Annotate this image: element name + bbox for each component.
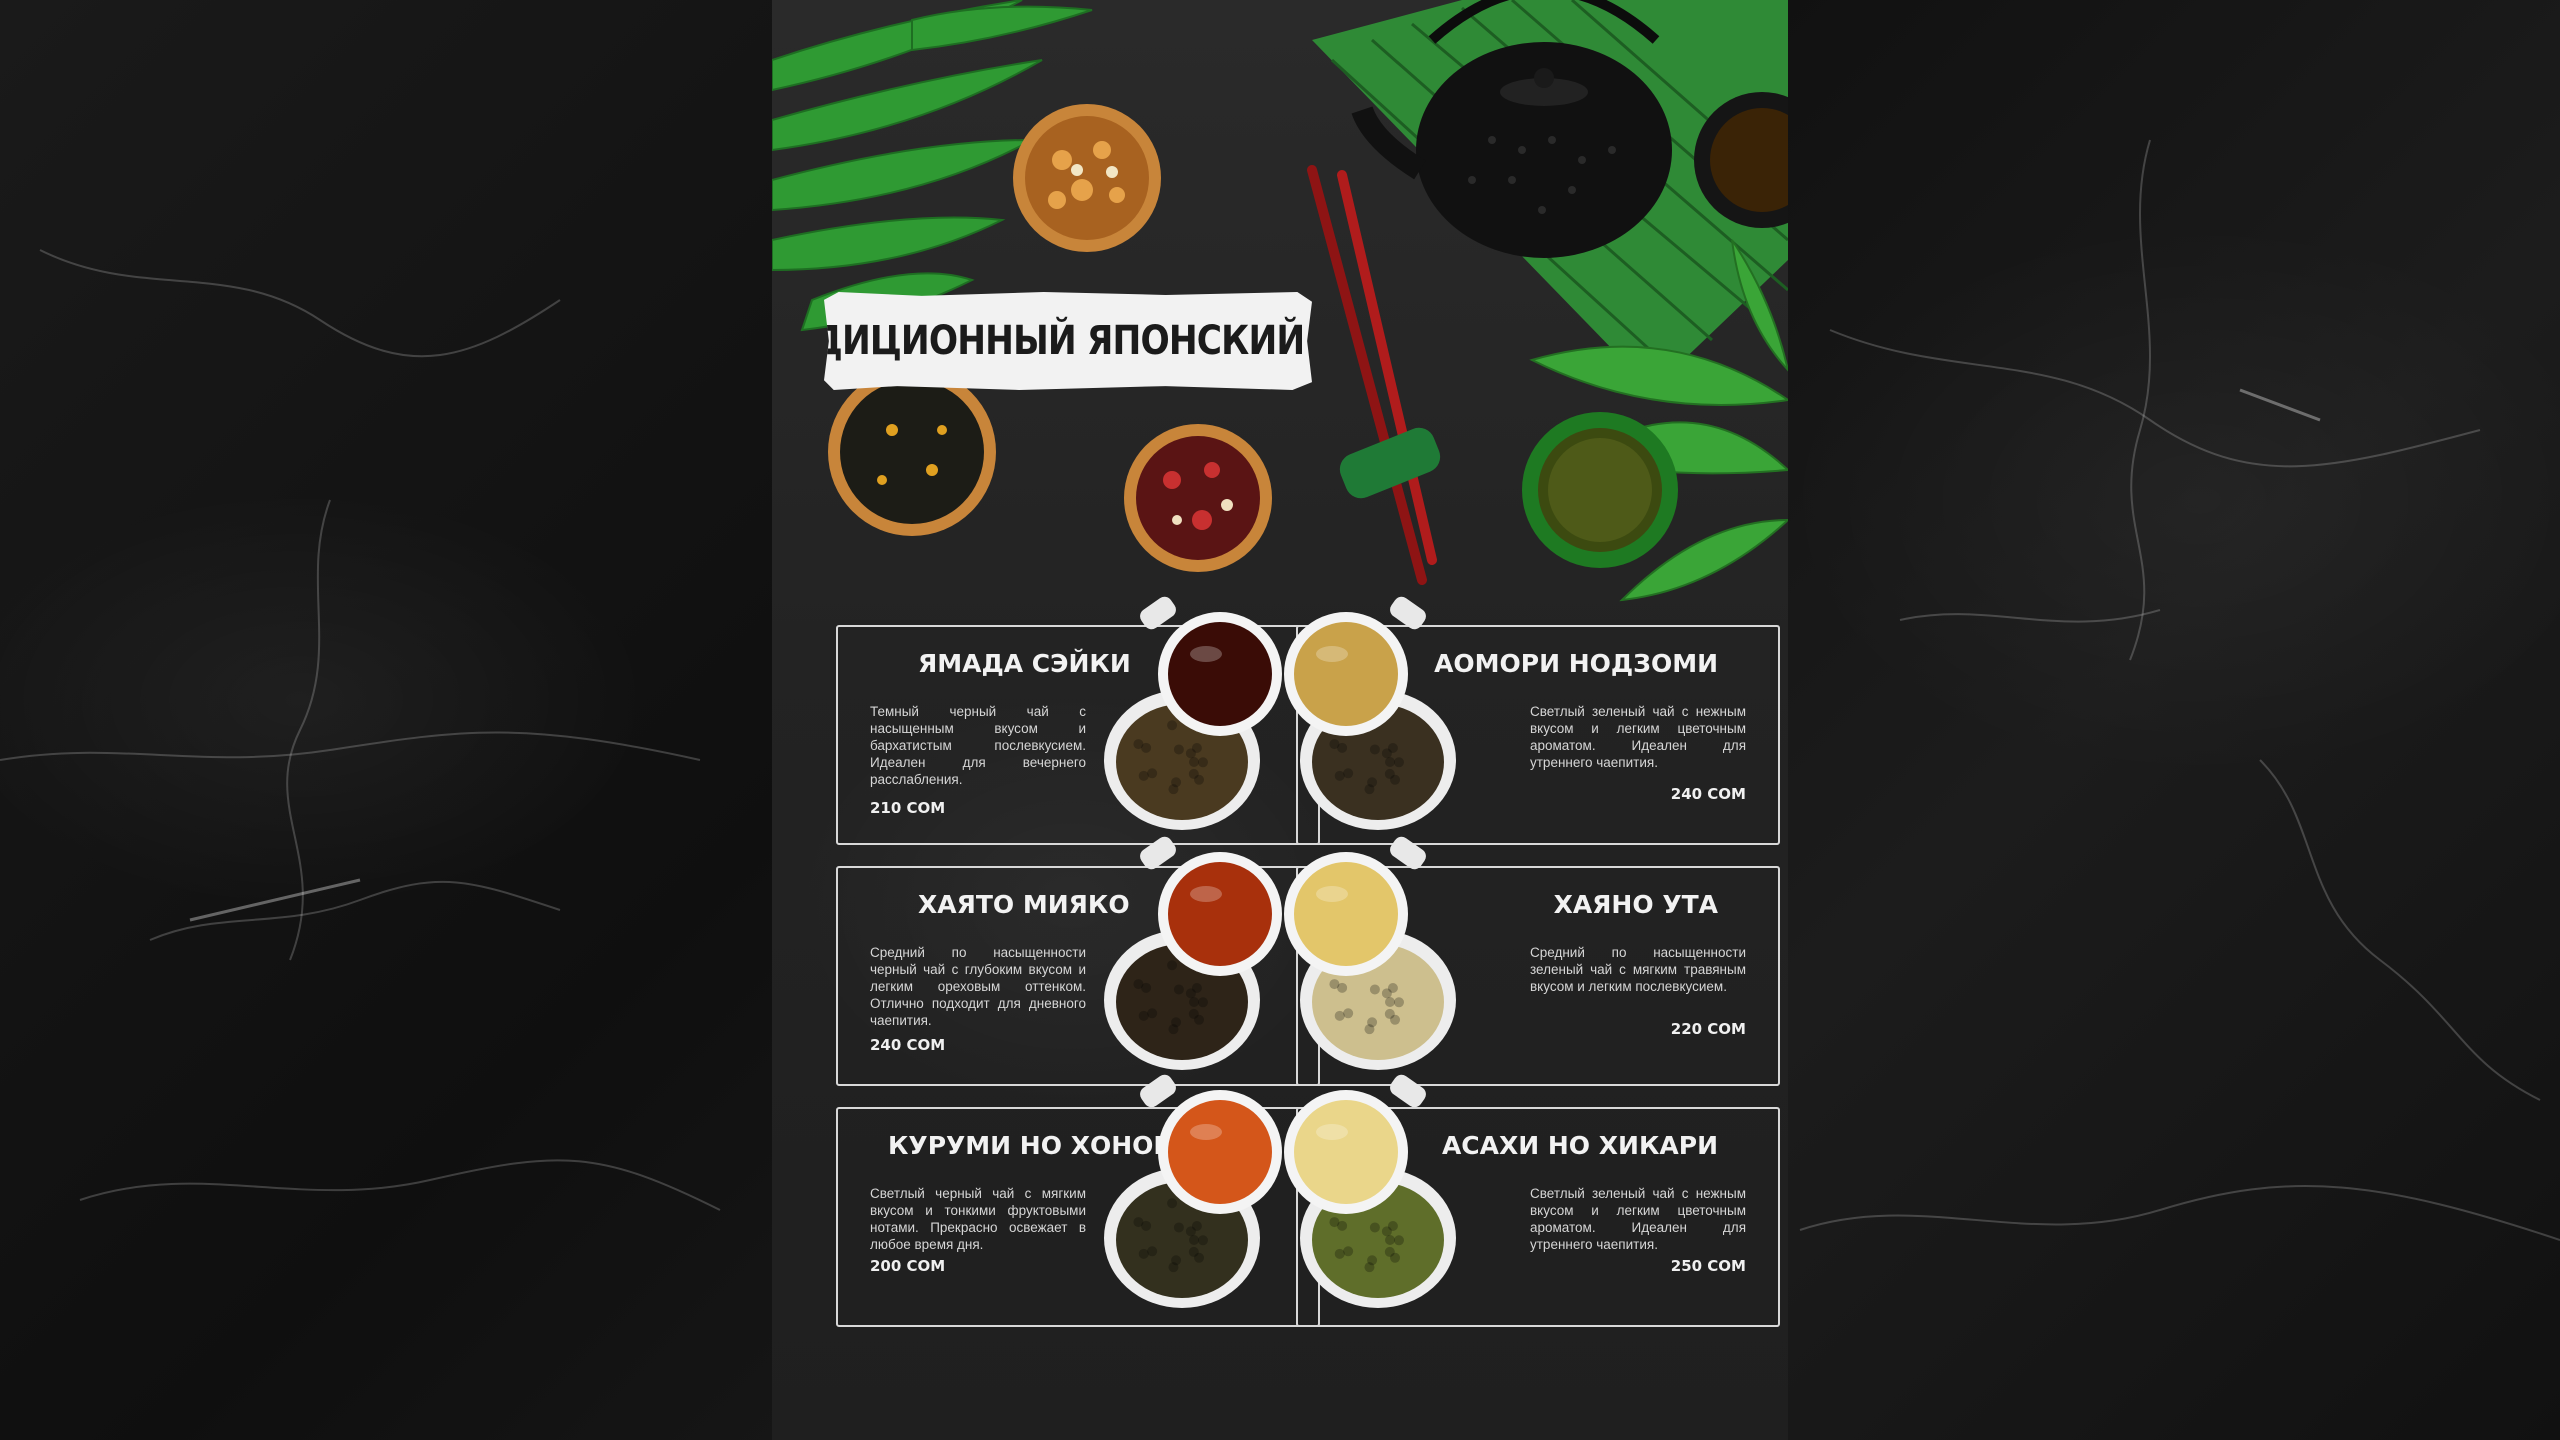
green-tea-cup <box>1522 412 1678 568</box>
tea-price: 220 СОМ <box>1670 1020 1746 1038</box>
tea-price: 200 СОМ <box>870 1257 946 1275</box>
tea-price: 250 СОМ <box>1670 1257 1746 1275</box>
tea-card-aomori-nodzomi: АОМОРИ НОДЗОМИ Светлый зеленый чай с неж… <box>1296 625 1780 845</box>
tea-name: ЯМАДА СЭЙКИ <box>918 649 1131 678</box>
tea-name: КУРУМИ НО ХОНОКА <box>888 1131 1194 1160</box>
title-plate: ТРАДИЦИОННЫЙ ЯПОНСКИЙ ЧАЙ <box>824 292 1312 390</box>
tea-description: Темный черный чай с насыщенным вкусом и … <box>870 704 1086 787</box>
bowl-fruit-tea <box>1124 424 1272 572</box>
tea-price: 240 СОМ <box>870 1036 946 1054</box>
tea-card-khayato-miyako: ХАЯТО МИЯКО Средний по насыщенности черн… <box>836 866 1320 1086</box>
bowl-dried-fruit <box>1013 104 1161 252</box>
tea-description: Средний по насыщенности зеленый чай с мя… <box>1530 945 1746 994</box>
tea-card-asakhi-no-khikari: АСАХИ НО ХИКАРИ Светлый зеленый чай с не… <box>1296 1107 1780 1327</box>
tea-card-khayano-uta: ХАЯНО УТА Средний по насыщенности зелены… <box>1296 866 1780 1086</box>
tea-card-yamada-seiki: ЯМАДА СЭЙКИ Темный черный чай с насыщенн… <box>836 625 1320 845</box>
tea-description: Светлый зеленый чай с нежным вкусом и ле… <box>1530 704 1746 770</box>
tea-name: ХАЯТО МИЯКО <box>918 890 1130 919</box>
page-title: ТРАДИЦИОННЫЙ ЯПОНСКИЙ ЧАЙ <box>772 318 1397 364</box>
tea-name: АСАХИ НО ХИКАРИ <box>1441 1131 1718 1160</box>
tea-description: Светлый черный чай с мягким вкусом и тон… <box>870 1186 1086 1252</box>
tea-price: 240 СОМ <box>1670 785 1746 803</box>
chopsticks <box>1307 165 1441 585</box>
menu-panel: ТРАДИЦИОННЫЙ ЯПОНСКИЙ ЧАЙ ЯМАДА СЭЙКИ Те… <box>772 0 1788 1440</box>
tea-description: Светлый зеленый чай с нежным вкусом и ле… <box>1530 1186 1746 1252</box>
tea-card-kurumi-no-khonoka: КУРУМИ НО ХОНОКА Светлый черный чай с мя… <box>836 1107 1320 1327</box>
tea-price: 210 СОМ <box>870 799 946 817</box>
tea-description: Средний по насыщенности черный чай с глу… <box>870 945 1086 1028</box>
bowl-black-tea <box>828 368 996 536</box>
tea-name: ХАЯНО УТА <box>1553 890 1718 919</box>
tea-name: АОМОРИ НОДЗОМИ <box>1434 649 1718 678</box>
